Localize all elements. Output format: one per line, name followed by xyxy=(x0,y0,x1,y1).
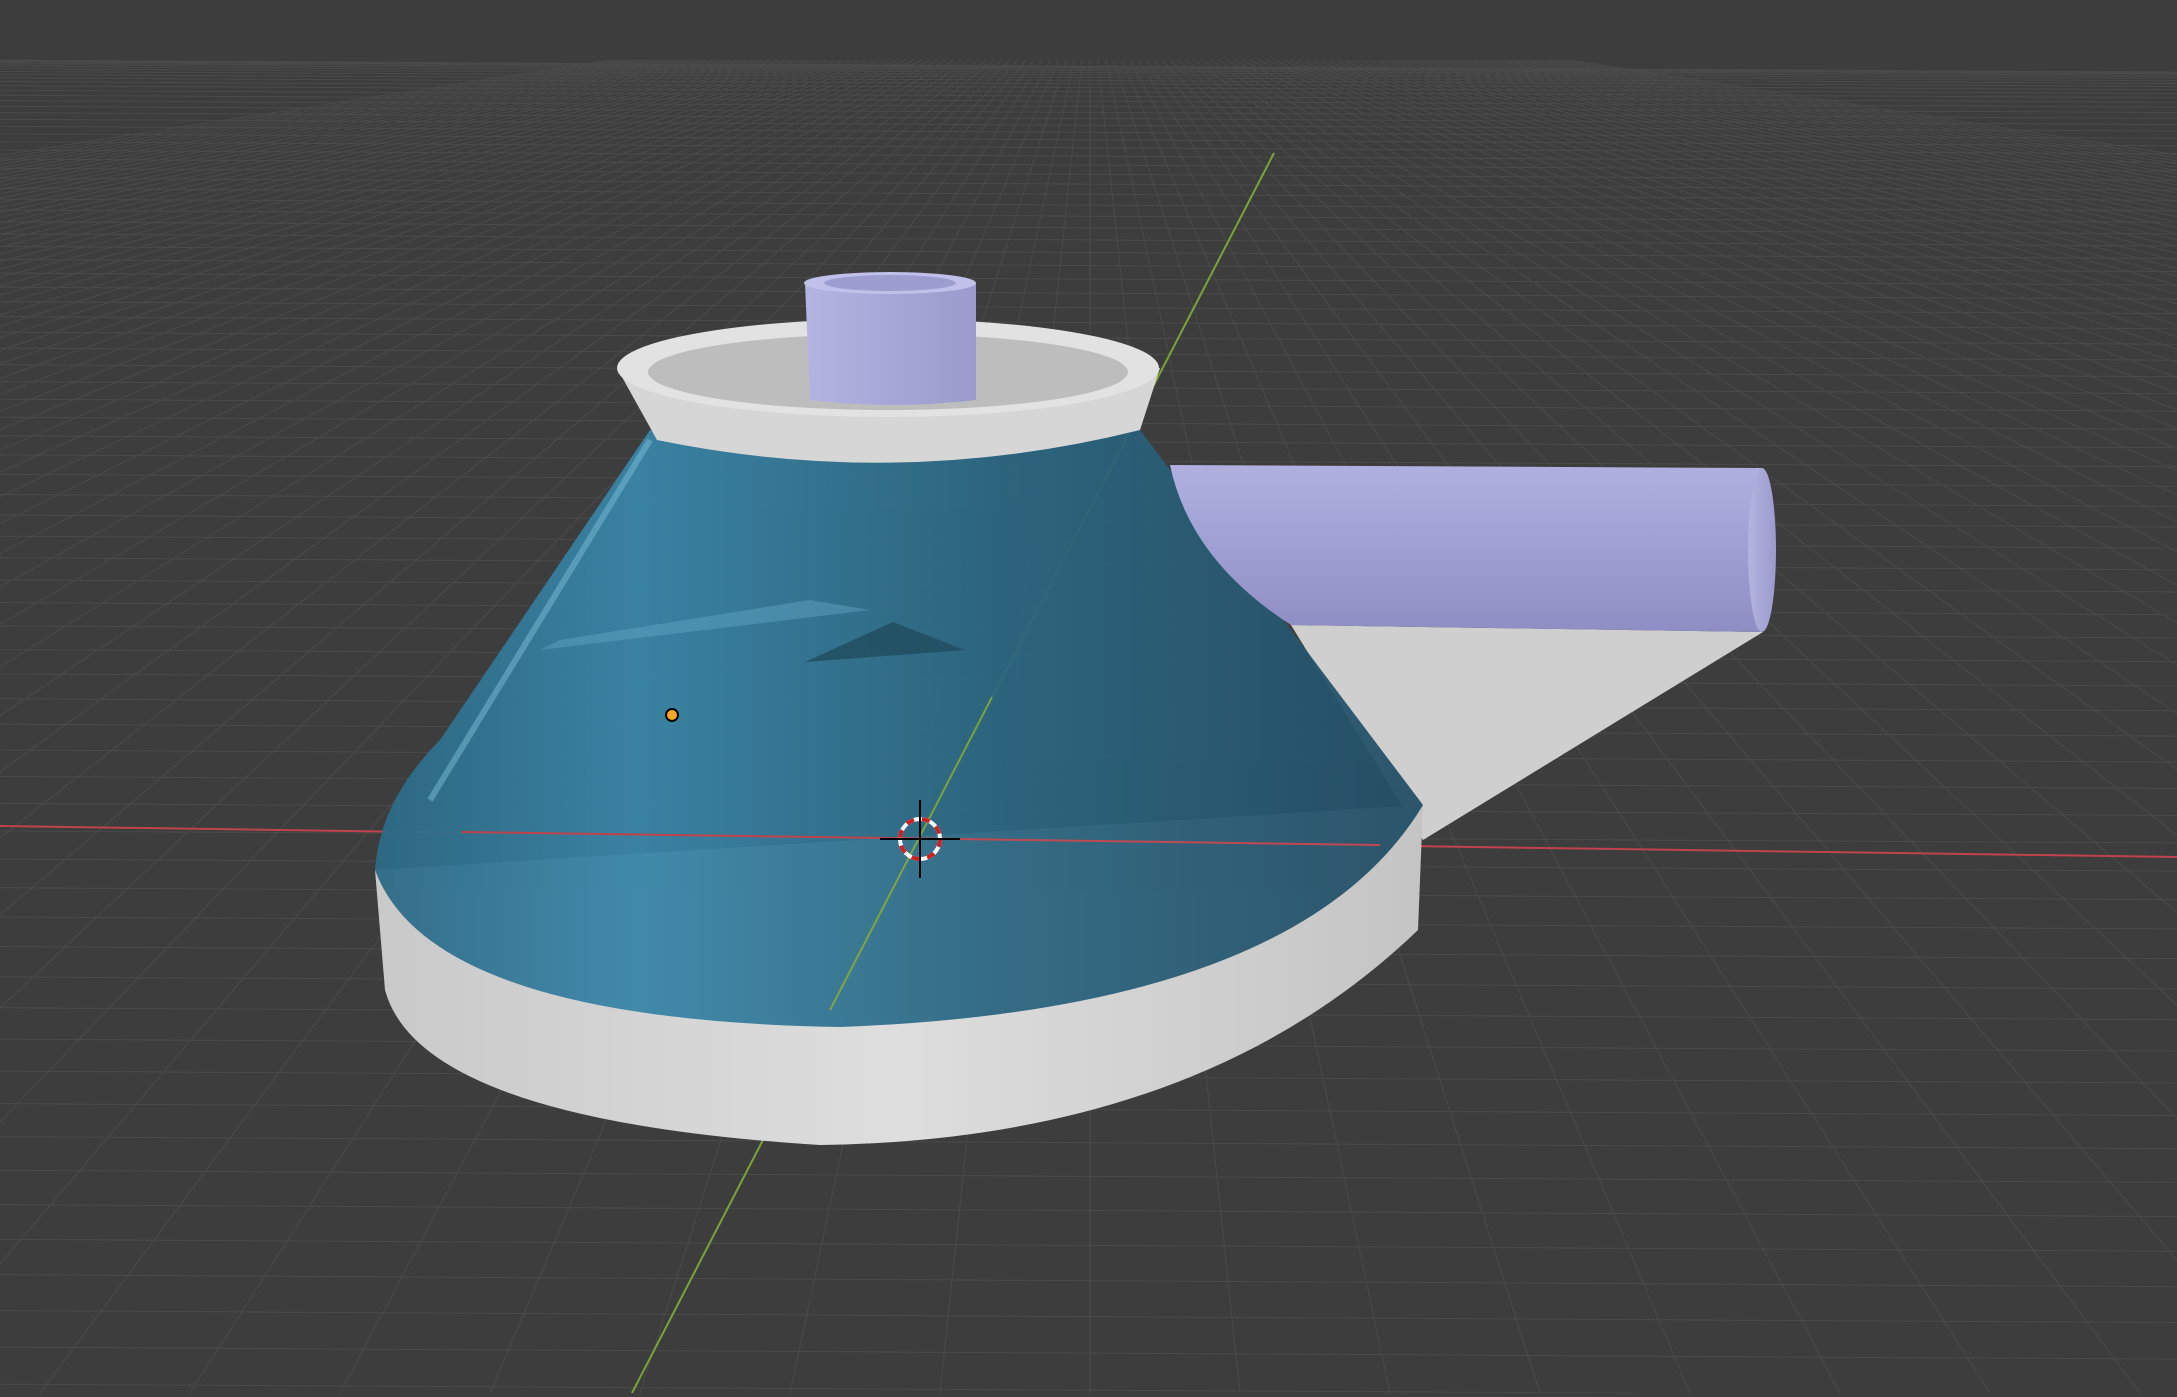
grid-line xyxy=(0,1169,2177,1183)
grid-line xyxy=(0,1136,2177,1150)
grid-line xyxy=(1537,59,2177,168)
grid-line xyxy=(0,1238,2177,1252)
object-origin-icon[interactable] xyxy=(665,708,679,722)
grid-line xyxy=(1521,59,2177,175)
grid-line xyxy=(0,301,2177,315)
grid-line xyxy=(0,73,2177,87)
grid-line xyxy=(0,60,2177,74)
grid-line xyxy=(0,1346,2177,1360)
grid-line xyxy=(0,259,2177,273)
grid-line xyxy=(1545,59,2177,165)
grid-line xyxy=(0,1274,2177,1288)
viewport-canvas[interactable] xyxy=(0,0,2177,1397)
grid-line xyxy=(0,1204,2177,1218)
grid-line xyxy=(0,1310,2177,1324)
grid-line xyxy=(1529,59,2177,171)
grid-line xyxy=(0,245,2177,259)
3d-viewport[interactable] xyxy=(0,0,2177,1397)
top-tube xyxy=(804,272,976,405)
grid-line xyxy=(1513,59,2177,178)
grid-line xyxy=(0,316,2177,330)
grid-line xyxy=(0,187,2177,201)
grid-line xyxy=(0,1383,2177,1397)
grid-line xyxy=(0,286,2177,300)
grid-line xyxy=(0,94,2177,108)
